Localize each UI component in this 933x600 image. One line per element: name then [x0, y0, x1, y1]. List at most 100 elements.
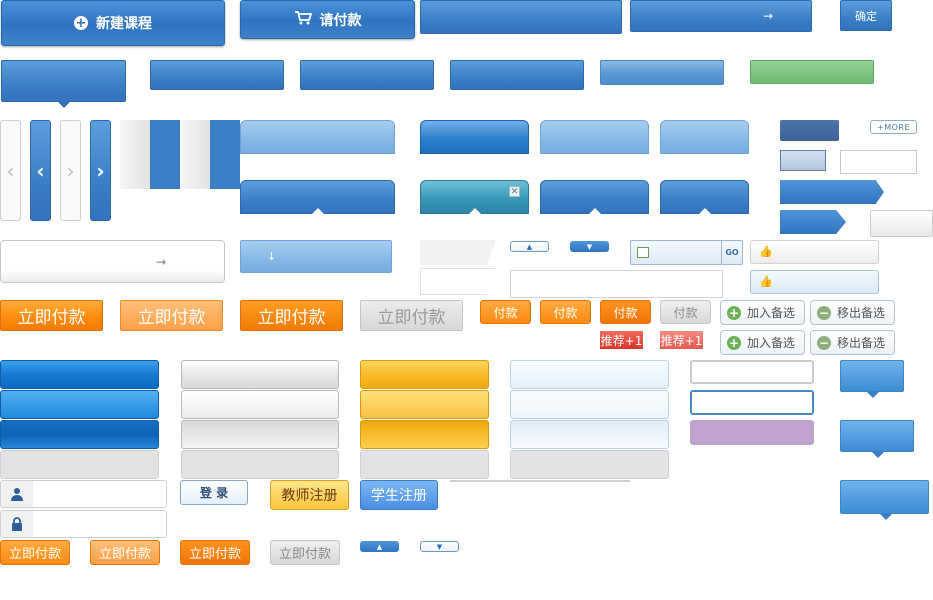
- bar-blue-hover[interactable]: [0, 390, 159, 419]
- tab-light-1[interactable]: [240, 120, 395, 154]
- bar-blue-normal[interactable]: [0, 360, 159, 389]
- prev-arrow-disabled[interactable]: ‹: [0, 120, 21, 221]
- pay-button-3[interactable]: 付款: [600, 300, 651, 324]
- remove-watchlist-button-2[interactable]: − 移出备选: [810, 330, 895, 355]
- arrow-gray-button[interactable]: →: [0, 240, 225, 283]
- bar-gray-normal[interactable]: [181, 360, 339, 389]
- add-watchlist-button-2[interactable]: + 加入备选: [720, 330, 805, 355]
- tab-light-2[interactable]: [540, 120, 649, 154]
- next-arrow-disabled[interactable]: ›: [60, 120, 81, 221]
- triangle-up-icon: ▲: [376, 542, 383, 551]
- pay-now-label: 立即付款: [8, 547, 61, 562]
- like-button-blue[interactable]: 👍: [750, 270, 879, 294]
- tab-notch-3[interactable]: [660, 180, 749, 214]
- bar-pale-hover[interactable]: [510, 390, 669, 419]
- bar-pale-active[interactable]: [510, 420, 669, 449]
- tab-light-3[interactable]: [660, 120, 749, 154]
- scroll-down-outline-button[interactable]: ▼: [420, 541, 459, 552]
- text-input-small[interactable]: [840, 150, 917, 174]
- pay-now-small-2[interactable]: 立即付款: [90, 540, 160, 565]
- input-field-focus[interactable]: [690, 390, 814, 415]
- bar-gray-hover[interactable]: [181, 390, 339, 419]
- password-field[interactable]: [0, 510, 167, 538]
- pay-cart-label: 请付款: [319, 12, 362, 29]
- blue-bar-3[interactable]: [450, 60, 584, 90]
- search-input-wide[interactable]: [510, 270, 723, 298]
- go-button[interactable]: GO: [721, 241, 742, 264]
- pay-now-small-disabled[interactable]: 立即付款: [270, 540, 340, 565]
- login-button[interactable]: 登 录: [180, 480, 248, 505]
- blank-blue-button[interactable]: [420, 0, 622, 34]
- tab-notch-1[interactable]: [240, 180, 395, 214]
- pay-now-button-3[interactable]: 立即付款: [240, 300, 343, 331]
- input-field-normal[interactable]: [690, 360, 814, 384]
- add-watchlist-label: 加入备选: [747, 306, 796, 320]
- bar-yellow-disabled[interactable]: [360, 450, 489, 479]
- username-field[interactable]: [0, 480, 167, 508]
- toggle-blue-2[interactable]: [210, 120, 240, 189]
- bar-blue-active[interactable]: [0, 420, 159, 449]
- chevron-right-icon: ›: [96, 158, 105, 183]
- pay-now-button-2[interactable]: 立即付款: [120, 300, 223, 331]
- bar-yellow-hover[interactable]: [360, 390, 489, 419]
- toggle-blue-1[interactable]: [150, 120, 180, 189]
- arrow-blue-button[interactable]: →: [630, 0, 812, 32]
- pale-blue-button[interactable]: [780, 150, 826, 171]
- pay-button-2[interactable]: 付款: [540, 300, 591, 324]
- green-bar[interactable]: [750, 60, 874, 84]
- input-field-purple[interactable]: [690, 420, 814, 445]
- tab-notch-teal[interactable]: ✕: [420, 180, 529, 214]
- new-course-button[interactable]: + 新建课程: [1, 0, 225, 46]
- bar-yellow-normal[interactable]: [360, 360, 489, 389]
- add-to-calendar-field[interactable]: GO: [630, 240, 743, 265]
- bar-pale-normal[interactable]: [510, 360, 669, 389]
- triangle-up-icon: ▲: [526, 242, 533, 251]
- blue-bar-2[interactable]: [300, 60, 434, 90]
- pay-now-small-1[interactable]: 立即付款: [0, 540, 70, 565]
- more-link[interactable]: +MORE: [870, 120, 917, 134]
- teacher-register-button[interactable]: 教师注册: [270, 480, 349, 510]
- plus-circle-icon: +: [727, 335, 741, 350]
- bar-gray-active[interactable]: [181, 420, 339, 449]
- like-button-gray[interactable]: 👍: [750, 240, 879, 264]
- student-register-button[interactable]: 学生注册: [360, 480, 438, 510]
- tab-notch-2[interactable]: [540, 180, 649, 214]
- pay-button-1[interactable]: 付款: [480, 300, 531, 324]
- scroll-up-button[interactable]: ▲: [510, 241, 549, 252]
- pay-now-button-1[interactable]: 立即付款: [0, 300, 103, 331]
- dropdown-tab-button[interactable]: [1, 60, 126, 102]
- arrow-tag-short[interactable]: [780, 210, 846, 234]
- confirm-button[interactable]: 确定: [840, 0, 892, 31]
- blue-bar-1[interactable]: [150, 60, 284, 90]
- scroll-up-filled-button[interactable]: ▲: [360, 541, 399, 552]
- bar-yellow-active[interactable]: [360, 420, 489, 449]
- pay-button-disabled[interactable]: 付款: [660, 300, 711, 324]
- pay-now-button-disabled[interactable]: 立即付款: [360, 300, 463, 331]
- toggle-gray-1[interactable]: [120, 120, 150, 189]
- close-icon[interactable]: ✕: [509, 186, 520, 197]
- pay-cart-button[interactable]: 请付款: [240, 0, 415, 39]
- arrow-tag-long[interactable]: [780, 180, 884, 204]
- bar-blue-disabled[interactable]: [0, 450, 159, 479]
- pay-now-small-3[interactable]: 立即付款: [180, 540, 250, 565]
- tooltip-blue-2[interactable]: [840, 420, 914, 458]
- prev-arrow[interactable]: ‹: [30, 120, 51, 221]
- remove-watchlist-button-1[interactable]: − 移出备选: [810, 300, 895, 325]
- tooltip-blue-1[interactable]: [840, 360, 904, 398]
- next-arrow[interactable]: ›: [90, 120, 111, 221]
- login-label: 登 录: [199, 486, 229, 500]
- blue-bar-glow[interactable]: [600, 60, 724, 85]
- tab-active[interactable]: [420, 120, 529, 154]
- bar-pale-disabled[interactable]: [510, 450, 669, 479]
- gray-slant-1[interactable]: [420, 240, 496, 265]
- toggle-gray-2[interactable]: [180, 120, 210, 189]
- bar-gray-disabled[interactable]: [181, 450, 339, 479]
- arrow-down-light-button[interactable]: ↓: [240, 240, 392, 273]
- arrow-down-icon: ↓: [267, 250, 277, 263]
- tooltip-blue-3[interactable]: [840, 480, 929, 520]
- gray-button-small[interactable]: [870, 210, 933, 237]
- gray-slant-2[interactable]: [420, 268, 496, 295]
- scroll-down-button[interactable]: ▼: [570, 241, 609, 252]
- add-watchlist-button-1[interactable]: + 加入备选: [720, 300, 805, 325]
- navy-button[interactable]: [780, 120, 839, 141]
